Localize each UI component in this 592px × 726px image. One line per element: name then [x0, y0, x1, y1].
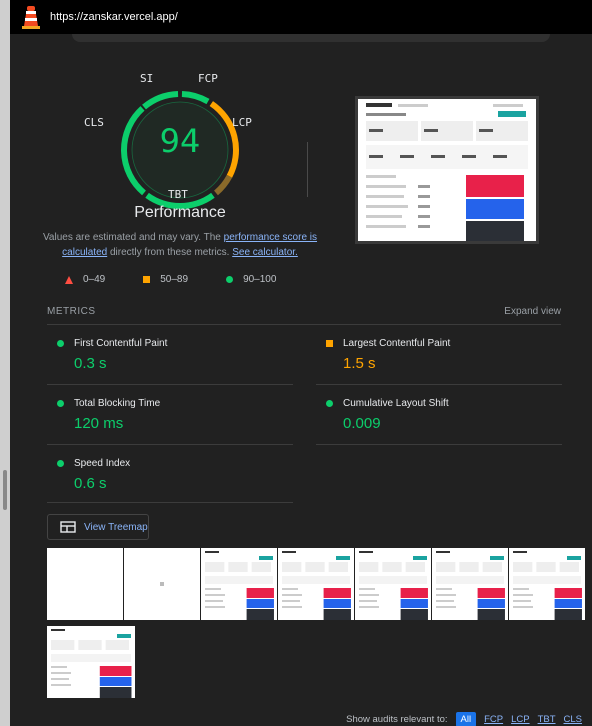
metric-tbt-name: Total Blocking Time — [74, 398, 161, 409]
metric-si-name: Speed Index — [74, 458, 131, 469]
filter-tbt[interactable]: TBT — [538, 714, 556, 725]
page-screenshot-preview — [358, 99, 536, 241]
page-url[interactable]: https://zanskar.vercel.app/ — [50, 11, 178, 23]
gauge-label-fcp: FCP — [198, 72, 218, 85]
lighthouse-icon — [20, 4, 42, 30]
metric-lcp-name: Largest Contentful Paint — [343, 338, 451, 349]
metric-tbt-value: 120 ms — [74, 415, 124, 432]
filmstrip-frame — [432, 548, 508, 620]
metric-cls-name: Cumulative Layout Shift — [343, 398, 449, 409]
desc-text-2: directly from these metrics. — [107, 247, 233, 258]
frame-preview — [355, 548, 431, 620]
filmstrip-frame — [509, 548, 585, 620]
top-bar: https://zanskar.vercel.app/ — [10, 0, 592, 34]
pass-circle-icon — [326, 400, 333, 407]
frame-preview — [47, 626, 135, 698]
metric-cls: Cumulative Layout Shift 0.009 — [326, 398, 566, 432]
score-legend: 0–49 50–89 90–100 — [65, 274, 276, 285]
expand-view-toggle[interactable]: Expand view — [504, 306, 561, 317]
filmstrip — [47, 548, 592, 620]
performance-title: Performance — [134, 204, 226, 221]
metric-cls-value: 0.009 — [343, 415, 381, 432]
legend-fail: 0–49 — [65, 274, 105, 285]
filmstrip-frame — [47, 548, 123, 620]
vertical-divider — [307, 142, 308, 197]
pass-circle-icon — [57, 400, 64, 407]
metrics-title: METRICS — [47, 306, 96, 317]
gauge-arc-fcp — [181, 91, 210, 105]
see-calculator-link[interactable]: See calculator. — [232, 247, 298, 258]
fail-triangle-icon — [65, 275, 73, 284]
scrollbar-thumb[interactable] — [3, 470, 7, 510]
metric-fcp: First Contentful Paint 0.3 s — [57, 338, 297, 372]
metric-si: Speed Index 0.6 s — [57, 458, 297, 492]
filmstrip-frame — [355, 548, 431, 620]
metrics-header: METRICS Expand view — [47, 306, 561, 317]
metric-divider — [47, 384, 293, 385]
metric-divider — [47, 444, 293, 445]
metric-fcp-value: 0.3 s — [74, 355, 107, 372]
report-content: SI FCP LCP CLS TBT 94 Performance Values… — [10, 34, 592, 726]
legend-fail-label: 0–49 — [83, 274, 106, 285]
filter-cls[interactable]: CLS — [564, 714, 582, 725]
desc-text-1: Values are estimated and may vary. The — [42, 232, 224, 243]
frame-preview — [278, 548, 354, 620]
final-screenshot[interactable] — [355, 96, 539, 244]
frame-preview — [432, 548, 508, 620]
frame-preview — [509, 548, 585, 620]
filter-all[interactable]: All — [455, 712, 477, 726]
legend-average: 50–89 — [143, 274, 188, 285]
gauge-label-tbt: TBT — [168, 188, 188, 201]
filter-fcp[interactable]: FCP — [484, 714, 503, 725]
frame-preview — [201, 548, 277, 620]
treemap-icon — [60, 521, 76, 533]
metric-lcp-value: 1.5 s — [343, 355, 376, 372]
audit-filter-bar: Show audits relevant to: All FCP LCP TBT… — [346, 712, 582, 726]
filmstrip-frame — [201, 548, 277, 620]
left-scrollbar[interactable] — [0, 0, 10, 726]
legend-average-label: 50–89 — [160, 274, 189, 285]
filmstrip-frame — [278, 548, 354, 620]
loading-placeholder — [160, 582, 164, 586]
average-square-icon — [326, 340, 333, 347]
filmstrip-frame — [47, 626, 135, 698]
metric-divider — [47, 502, 293, 503]
metric-lcp: Largest Contentful Paint 1.5 s — [326, 338, 566, 372]
gauge-label-si: SI — [140, 72, 154, 85]
view-treemap-button[interactable]: View Treemap — [47, 514, 149, 540]
pass-circle-icon — [57, 460, 64, 467]
metric-fcp-name: First Contentful Paint — [74, 338, 168, 349]
legend-pass-label: 90–100 — [243, 274, 277, 285]
average-square-icon — [143, 276, 151, 283]
filmstrip-frame — [124, 548, 200, 620]
header-shadow — [72, 34, 550, 42]
score-description: Values are estimated and may vary. The p… — [30, 230, 330, 260]
metric-divider — [316, 444, 562, 445]
filter-lcp[interactable]: LCP — [511, 714, 529, 725]
metrics-divider — [47, 324, 561, 325]
pass-circle-icon — [57, 340, 64, 347]
pass-circle-icon — [226, 276, 234, 283]
metric-tbt: Total Blocking Time 120 ms — [57, 398, 297, 432]
performance-score: 94 — [159, 122, 201, 160]
view-treemap-label: View Treemap — [84, 521, 148, 533]
metric-si-value: 0.6 s — [74, 475, 107, 492]
audit-filter-label: Show audits relevant to: — [346, 714, 448, 725]
metric-divider — [316, 384, 562, 385]
legend-pass: 90–100 — [226, 274, 276, 285]
